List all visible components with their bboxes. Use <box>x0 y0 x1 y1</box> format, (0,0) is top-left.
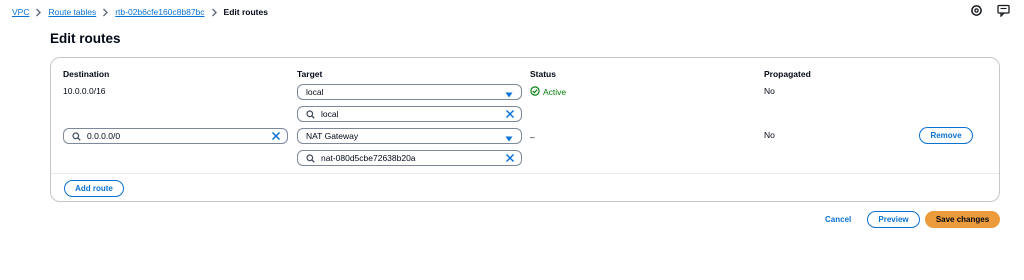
status-success-icon <box>530 86 543 98</box>
target-type-value: NAT Gateway <box>306 131 359 141</box>
status-text: Active <box>543 87 567 97</box>
propagated-value: No <box>764 130 775 140</box>
target-search-input[interactable]: local <box>297 106 522 122</box>
preview-button[interactable]: Preview <box>867 211 920 228</box>
destination-input[interactable]: 0.0.0.0/0 <box>63 128 288 144</box>
breadcrumb-route-table-id[interactable]: rtb-02b6cfe160c8b87bc <box>115 7 204 17</box>
routes-editor-card: Destination Target Status Propagated 10.… <box>50 57 1000 202</box>
search-icon <box>306 109 315 119</box>
column-header-destination: Destination <box>63 69 110 79</box>
target-type-value: local <box>306 87 324 97</box>
status-badge: Active <box>530 86 566 98</box>
breadcrumb-vpc[interactable]: VPC <box>12 7 29 17</box>
top-utility-icons <box>970 4 1010 17</box>
column-header-status: Status <box>530 69 556 79</box>
save-changes-button[interactable]: Save changes <box>925 211 1000 228</box>
close-icon[interactable] <box>271 131 281 141</box>
route-destination-text: 10.0.0.0/16 <box>63 86 106 96</box>
search-icon <box>306 153 315 163</box>
status-text: – <box>530 132 535 142</box>
propagated-value: No <box>764 86 775 96</box>
cancel-button[interactable]: Cancel <box>825 215 851 224</box>
chevron-right-icon <box>211 8 218 17</box>
breadcrumb-current: Edit routes <box>223 7 268 17</box>
column-header-target: Target <box>297 69 323 79</box>
search-icon <box>72 131 81 141</box>
settings-gear-icon[interactable] <box>970 4 983 17</box>
divider <box>51 173 999 174</box>
page-title: Edit routes <box>50 31 121 46</box>
feedback-icon[interactable] <box>997 4 1010 17</box>
target-search-input[interactable]: nat-080d5cbe72638b20a <box>297 150 522 166</box>
chevron-right-icon <box>35 8 42 17</box>
breadcrumb: VPC Route tables rtb-02b6cfe160c8b87bc E… <box>12 6 268 18</box>
close-icon[interactable] <box>505 109 515 119</box>
column-header-propagated: Propagated <box>764 69 811 79</box>
target-search-value: local <box>321 109 339 119</box>
caret-down-icon <box>505 134 513 144</box>
remove-route-button[interactable]: Remove <box>919 127 973 144</box>
close-icon[interactable] <box>505 153 515 163</box>
target-type-select[interactable]: local <box>297 84 522 100</box>
target-type-select[interactable]: NAT Gateway <box>297 128 522 144</box>
destination-value: 0.0.0.0/0 <box>87 131 121 141</box>
add-route-button[interactable]: Add route <box>64 180 124 197</box>
chevron-right-icon <box>102 8 109 17</box>
breadcrumb-route-tables[interactable]: Route tables <box>48 7 96 17</box>
caret-down-icon <box>505 90 513 100</box>
target-search-value: nat-080d5cbe72638b20a <box>321 153 416 163</box>
